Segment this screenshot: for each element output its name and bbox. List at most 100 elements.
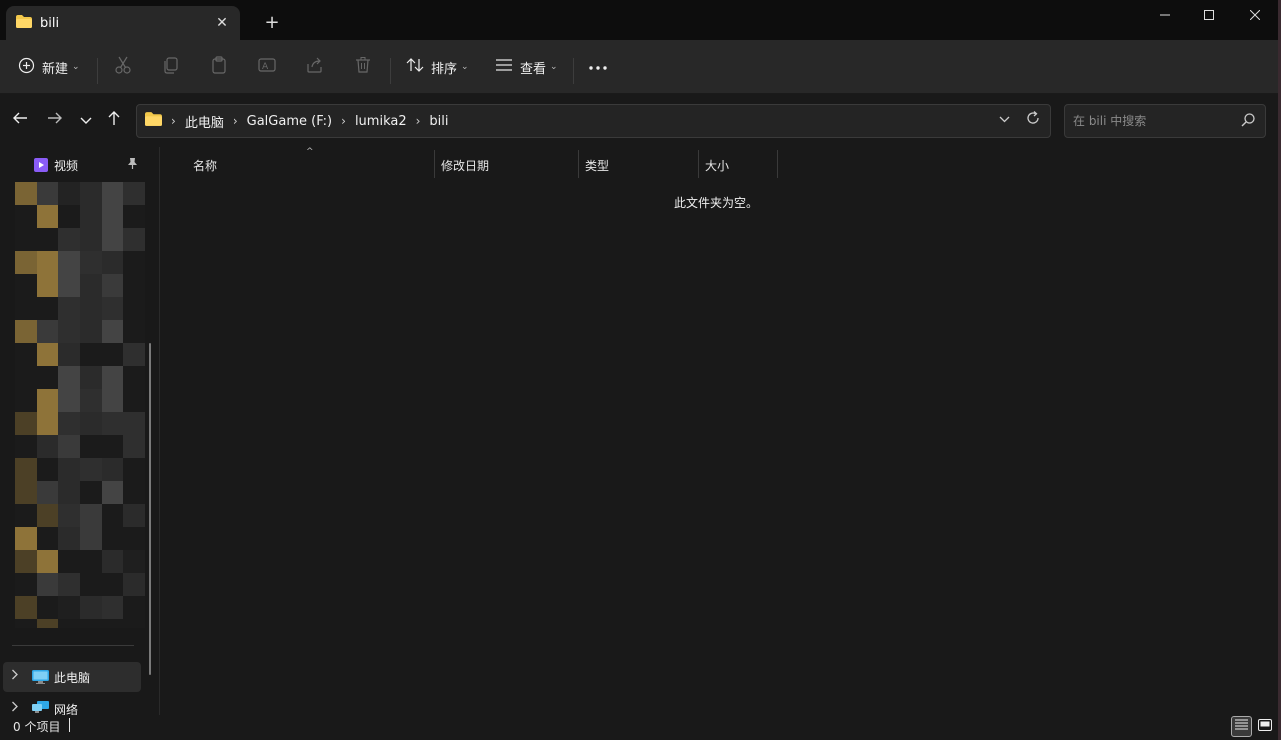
new-button[interactable]: 新建 ⌄ — [18, 54, 80, 80]
mosaic-cell — [58, 550, 80, 573]
more-icon — [589, 60, 607, 75]
sort-button[interactable]: 排序 ⌄ — [406, 54, 469, 80]
mosaic-cell — [123, 435, 145, 458]
breadcrumb-bili[interactable]: bili — [429, 114, 448, 129]
mosaic-cell — [58, 458, 80, 481]
details-view-button[interactable] — [1231, 716, 1252, 737]
cut-icon — [114, 56, 132, 78]
mosaic-cell — [58, 412, 80, 435]
refresh-icon[interactable] — [1026, 111, 1040, 129]
maximize-button[interactable] — [1186, 0, 1232, 30]
chevron-right-icon[interactable] — [11, 701, 19, 715]
address-dropdown-icon[interactable] — [999, 113, 1010, 126]
delete-button[interactable] — [354, 54, 372, 80]
search-box[interactable] — [1064, 104, 1266, 138]
mosaic-cell — [101, 343, 124, 366]
cut-button[interactable] — [114, 54, 132, 80]
minimize-button[interactable] — [1142, 0, 1188, 30]
column-divider[interactable] — [578, 150, 579, 178]
breadcrumb-drive[interactable]: GalGame (F:) — [247, 114, 332, 129]
mosaic-cell — [36, 366, 59, 389]
mosaic-cell — [36, 274, 59, 297]
delete-icon — [354, 56, 372, 78]
divider — [573, 58, 574, 84]
chevron-right-icon[interactable] — [11, 669, 19, 683]
chevron-down-icon: ⌄ — [72, 62, 80, 72]
recent-locations-button[interactable] — [73, 107, 99, 133]
divider — [12, 645, 134, 646]
paste-icon — [210, 56, 228, 78]
mosaic-cell — [123, 573, 145, 596]
close-icon[interactable]: ✕ — [208, 9, 236, 37]
share-button[interactable] — [306, 54, 324, 80]
mosaic-cell — [101, 251, 124, 274]
svg-text:A: A — [262, 62, 269, 72]
command-bar: 新建 ⌄ A 排序 ⌄ 查看 ⌄ — [0, 40, 1278, 94]
mosaic-cell — [58, 481, 80, 504]
mosaic-cell — [101, 619, 124, 628]
address-row: › 此电脑 › GalGame (F:) › lumika2 › bili — [0, 95, 1278, 147]
view-button[interactable]: 查看 ⌄ — [495, 54, 558, 80]
mosaic-cell — [58, 182, 80, 205]
mosaic-cell — [101, 458, 124, 481]
mosaic-cell — [79, 182, 102, 205]
mosaic-cell — [36, 228, 59, 251]
chevron-right-icon: › — [171, 114, 176, 128]
plus-icon[interactable]: + — [258, 8, 286, 36]
forward-icon — [47, 111, 63, 129]
mosaic-cell — [101, 573, 124, 596]
pin-icon[interactable] — [127, 157, 138, 172]
chevron-right-icon: › — [415, 114, 421, 128]
column-header-size[interactable]: 大小 — [705, 150, 729, 180]
mosaic-cell — [15, 389, 37, 412]
mosaic-cell — [58, 274, 80, 297]
mosaic-cell — [36, 619, 59, 628]
copy-button[interactable] — [162, 54, 180, 80]
forward-button[interactable] — [42, 107, 68, 133]
sidebar-scrollbar[interactable] — [149, 343, 151, 675]
column-divider[interactable] — [434, 150, 435, 178]
rename-button[interactable]: A — [258, 54, 276, 80]
column-header-type[interactable]: 类型 — [585, 150, 609, 180]
up-icon — [107, 110, 121, 130]
column-divider[interactable] — [777, 150, 778, 178]
status-bar: 0 个项目 — [0, 715, 1278, 740]
mosaic-cell — [36, 182, 59, 205]
paste-button[interactable] — [210, 54, 228, 80]
sidebar-item-this-pc[interactable]: 此电脑 — [3, 662, 141, 692]
chevron-right-icon: › — [232, 114, 238, 128]
mosaic-cell — [36, 596, 59, 619]
address-bar[interactable]: › 此电脑 › GalGame (F:) › lumika2 › bili — [136, 104, 1051, 138]
mosaic-cell — [58, 389, 80, 412]
mosaic-cell — [101, 389, 124, 412]
tab-bili[interactable]: bili ✕ — [6, 6, 240, 40]
more-button[interactable] — [589, 54, 607, 80]
navigation-pane: 视频 此电脑 网络 — [0, 147, 160, 717]
mosaic-cell — [36, 389, 59, 412]
search-input[interactable] — [1073, 112, 1233, 130]
up-button[interactable] — [101, 107, 127, 133]
mosaic-cell — [36, 458, 59, 481]
mosaic-cell — [123, 389, 145, 412]
back-button[interactable] — [7, 107, 33, 133]
mosaic-cell — [101, 527, 124, 550]
mosaic-cell — [79, 343, 102, 366]
column-header-modified[interactable]: 修改日期 — [441, 150, 489, 180]
folder-icon — [145, 112, 162, 130]
column-divider[interactable] — [698, 150, 699, 178]
breadcrumb-this-pc[interactable]: 此电脑 — [185, 112, 224, 131]
mosaic-cell — [101, 412, 124, 435]
mosaic-cell — [101, 320, 124, 343]
window-close-button[interactable] — [1232, 0, 1278, 30]
tiles-view-button[interactable] — [1254, 716, 1275, 737]
breadcrumb-lumika2[interactable]: lumika2 — [355, 114, 407, 129]
mosaic-cell — [15, 619, 37, 628]
mosaic-cell — [79, 435, 102, 458]
sidebar-item-videos[interactable]: 视频 — [0, 153, 150, 177]
column-header-name[interactable]: 名称 — [193, 150, 217, 180]
mosaic-cell — [123, 182, 145, 205]
mosaic-cell — [123, 619, 145, 628]
mosaic-cell — [79, 412, 102, 435]
mosaic-cell — [36, 412, 59, 435]
share-icon — [306, 56, 324, 78]
